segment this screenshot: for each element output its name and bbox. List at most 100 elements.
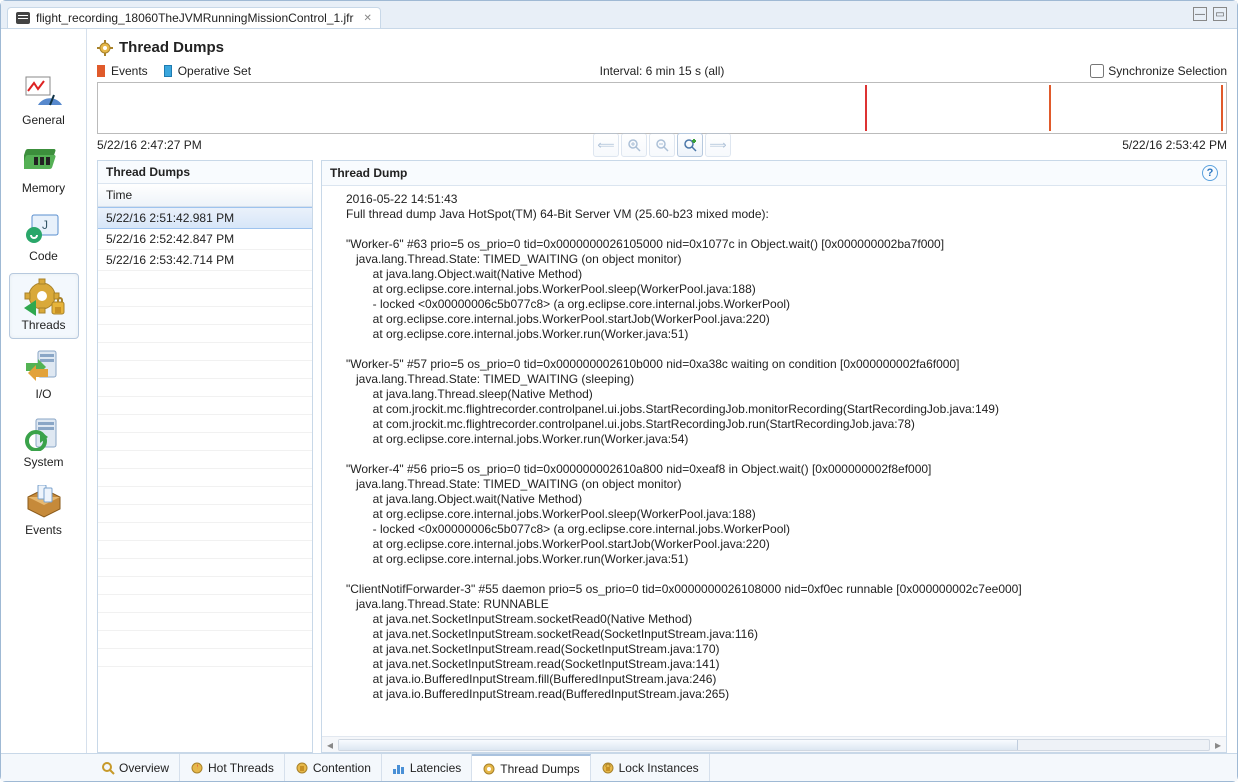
tab-overview[interactable]: Overview: [91, 754, 180, 781]
horizontal-scrollbar[interactable]: ◂ ▸: [322, 736, 1226, 752]
legend-opset: Operative Set: [178, 64, 251, 78]
file-tab-label: flight_recording_18060TheJVMRunningMissi…: [36, 11, 354, 25]
interval-label: Interval: 6 min 15 s (all): [600, 64, 725, 78]
scroll-left-icon[interactable]: ◂: [322, 738, 338, 752]
page-title: Thread Dumps: [87, 29, 1237, 62]
tab-label: Hot Threads: [208, 761, 274, 775]
legend-events: Events: [111, 64, 148, 78]
recording-file-icon: [16, 12, 30, 24]
sync-selection[interactable]: Synchronize Selection: [1090, 64, 1227, 78]
timeline-event-mark: [1221, 85, 1223, 131]
io-icon: [22, 347, 66, 385]
tab-label: Thread Dumps: [500, 762, 579, 776]
file-tab[interactable]: flight_recording_18060TheJVMRunningMissi…: [7, 7, 381, 28]
table-row[interactable]: [98, 595, 312, 613]
tab-contention[interactable]: Contention: [285, 754, 382, 781]
timeline[interactable]: [97, 82, 1227, 134]
tab-label: Contention: [313, 761, 371, 775]
general-icon: [22, 73, 66, 111]
table-row[interactable]: [98, 397, 312, 415]
rail-label: General: [22, 113, 65, 127]
rail-item-general[interactable]: General: [9, 69, 79, 133]
right-pane-title: Thread Dump ?: [322, 161, 1226, 186]
nav-back-button: ⟸: [593, 133, 619, 157]
bottom-tabbar: Overview Hot Threads Contention Latencie…: [1, 753, 1237, 781]
table-row[interactable]: [98, 505, 312, 523]
column-header-time[interactable]: Time: [98, 184, 312, 207]
rail-item-events[interactable]: Events: [9, 479, 79, 543]
help-icon[interactable]: ?: [1202, 165, 1218, 181]
svg-text:J: J: [42, 218, 48, 232]
sync-label: Synchronize Selection: [1108, 64, 1227, 78]
table-row[interactable]: 5/22/16 2:51:42.981 PM: [98, 207, 312, 229]
table-row[interactable]: 5/22/16 2:53:42.714 PM: [98, 250, 312, 271]
rail-item-memory[interactable]: Memory: [9, 137, 79, 201]
maximize-button[interactable]: ▭: [1213, 7, 1227, 21]
system-icon: [22, 415, 66, 453]
scroll-thumb[interactable]: [339, 740, 1018, 750]
tab-lock-instances[interactable]: Lock Instances: [591, 754, 710, 781]
events-swatch-icon: [97, 65, 105, 77]
tab-label: Lock Instances: [619, 761, 699, 775]
table-row[interactable]: [98, 379, 312, 397]
sync-checkbox[interactable]: [1090, 64, 1104, 78]
rail-item-system[interactable]: System: [9, 411, 79, 475]
rail-label: System: [23, 455, 63, 469]
rail-item-threads[interactable]: Threads: [9, 273, 79, 339]
minimize-button[interactable]: —: [1193, 7, 1207, 21]
table-row[interactable]: [98, 289, 312, 307]
table-row[interactable]: [98, 541, 312, 559]
events-icon: [22, 483, 66, 521]
timeline-event-mark: [1049, 85, 1051, 131]
rail-item-io[interactable]: I/O: [9, 343, 79, 407]
table-row[interactable]: [98, 451, 312, 469]
tab-latencies[interactable]: Latencies: [382, 754, 472, 781]
timeline-toolbar: ⟸ ⟹: [593, 133, 731, 157]
rail-label: I/O: [35, 387, 51, 401]
time-start: 5/22/16 2:47:27 PM: [97, 138, 202, 152]
overview-icon: [101, 761, 115, 775]
tab-thread-dumps[interactable]: Thread Dumps: [472, 754, 590, 781]
table-row[interactable]: [98, 361, 312, 379]
tab-label: Overview: [119, 761, 169, 775]
rail-label: Events: [25, 523, 62, 537]
thread-dump-content: 2016-05-22 14:51:43 Full thread dump Jav…: [346, 192, 1226, 702]
table-row[interactable]: [98, 307, 312, 325]
table-row[interactable]: [98, 415, 312, 433]
category-rail: General Memory J Code: [1, 29, 87, 753]
thread-dumps-list-pane: Thread Dumps Time 5/22/16 2:51:42.981 PM…: [97, 160, 313, 753]
table-row[interactable]: [98, 271, 312, 289]
dumps-table[interactable]: Time 5/22/16 2:51:42.981 PM 5/22/16 2:52…: [98, 184, 312, 752]
table-row[interactable]: [98, 559, 312, 577]
zoom-add-button[interactable]: [677, 133, 703, 157]
rail-label: Threads: [21, 318, 65, 332]
table-row[interactable]: [98, 325, 312, 343]
scroll-track[interactable]: [338, 739, 1210, 751]
table-row[interactable]: [98, 631, 312, 649]
timeline-event-mark: [865, 85, 867, 131]
rail-label: Code: [29, 249, 58, 263]
table-row[interactable]: 5/22/16 2:52:42.847 PM: [98, 229, 312, 250]
zoom-out-button: [649, 133, 675, 157]
table-row[interactable]: [98, 523, 312, 541]
scroll-right-icon[interactable]: ▸: [1210, 738, 1226, 752]
code-icon: J: [22, 209, 66, 247]
table-row[interactable]: [98, 433, 312, 451]
lock-instances-icon: [601, 761, 615, 775]
thread-dump-text[interactable]: 2016-05-22 14:51:43 Full thread dump Jav…: [322, 186, 1226, 736]
rail-item-code[interactable]: J Code: [9, 205, 79, 269]
zoom-in-button: [621, 133, 647, 157]
table-row[interactable]: [98, 487, 312, 505]
table-row[interactable]: [98, 613, 312, 631]
tab-hot-threads[interactable]: Hot Threads: [180, 754, 285, 781]
table-row[interactable]: [98, 469, 312, 487]
hot-threads-icon: [190, 761, 204, 775]
table-row[interactable]: [98, 577, 312, 595]
opset-swatch-icon: [164, 65, 172, 77]
table-row[interactable]: [98, 649, 312, 667]
table-row[interactable]: [98, 343, 312, 361]
nav-forward-button: ⟹: [705, 133, 731, 157]
close-icon[interactable]: ✕: [364, 13, 372, 24]
latencies-icon: [392, 761, 406, 775]
left-pane-title: Thread Dumps: [98, 161, 312, 184]
